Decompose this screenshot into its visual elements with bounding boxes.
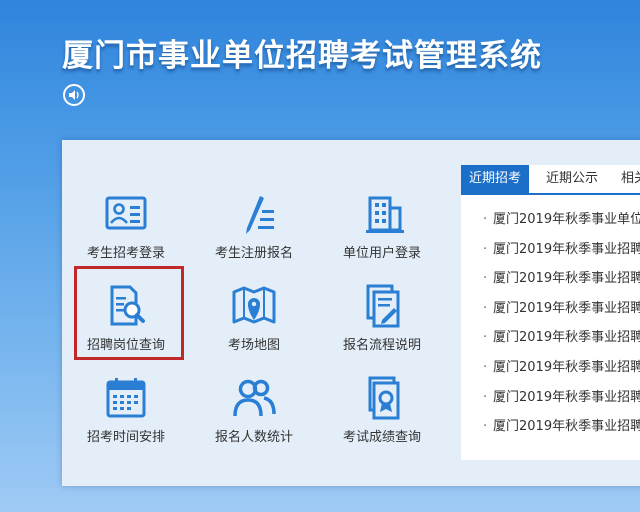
tab-related[interactable]: 相关 bbox=[621, 165, 640, 193]
highlight-box bbox=[74, 266, 184, 360]
certificate-icon bbox=[368, 376, 400, 420]
news-item[interactable]: · 厦门2019年秋季事业招聘 bbox=[461, 323, 640, 353]
calendar-icon bbox=[106, 378, 146, 418]
tab-recent-recruitment[interactable]: 近期招考 bbox=[461, 165, 530, 193]
speaker-icon[interactable] bbox=[63, 84, 85, 106]
page-title: 厦门市事业单位招聘考试管理系统 bbox=[62, 38, 542, 74]
news-item[interactable]: · 厦门2019年秋季事业招聘 bbox=[461, 353, 640, 383]
map-pin-icon bbox=[232, 286, 276, 324]
grid-item-candidate-register[interactable]: 考生注册报名 bbox=[194, 192, 314, 261]
news-item[interactable]: · 厦门2019年秋季事业招聘 bbox=[461, 412, 640, 442]
grid-item-applicant-stats[interactable]: 报名人数统计 bbox=[194, 376, 314, 445]
grid-item-exam-map[interactable]: 考场地图 bbox=[194, 284, 314, 353]
news-item[interactable]: · 厦门2019年秋季事业单位 bbox=[461, 205, 640, 235]
news-list: · 厦门2019年秋季事业单位 · 厦门2019年秋季事业招聘 · 厦门2019年秋季… bbox=[461, 205, 640, 442]
grid-item-score-query[interactable]: 考试成绩查询 bbox=[322, 376, 442, 445]
grid-item-label: 考生注册报名 bbox=[214, 246, 293, 261]
grid-item-unit-login[interactable]: 单位用户登录 bbox=[322, 192, 442, 261]
users-icon bbox=[233, 379, 276, 417]
news-item[interactable]: · 厦门2019年秋季事业招聘 bbox=[461, 294, 640, 324]
grid-item-label: 招考时间安排 bbox=[86, 430, 165, 445]
news-panel: 近期招考 近期公示 相关 ·厦门2019年秋季事业单位 ·厦门2019年秋季事业… bbox=[461, 165, 640, 460]
id-card-icon bbox=[105, 196, 147, 230]
grid-item-label: 考试成绩查询 bbox=[342, 430, 421, 445]
grid-item-label: 考生招考登录 bbox=[86, 246, 165, 261]
grid-item-exam-schedule[interactable]: 招考时间安排 bbox=[66, 376, 186, 445]
pen-list-icon bbox=[246, 196, 274, 234]
news-item[interactable]: · 厦门2019年秋季事业招聘 bbox=[461, 383, 640, 413]
grid-item-candidate-login[interactable]: 考生招考登录 bbox=[66, 192, 186, 261]
document-pen-icon bbox=[366, 284, 400, 328]
tab-recent-announcements[interactable]: 近期公示 bbox=[546, 165, 598, 193]
news-item[interactable]: · 厦门2019年秋季事业招聘 bbox=[461, 235, 640, 265]
building-icon bbox=[366, 196, 404, 233]
news-item[interactable]: · 厦门2019年秋季事业招聘 bbox=[461, 264, 640, 294]
grid-item-label: 单位用户登录 bbox=[342, 246, 421, 261]
grid-item-label: 报名流程说明 bbox=[342, 338, 421, 353]
grid-item-label: 报名人数统计 bbox=[214, 430, 293, 445]
news-tabs: 近期招考 近期公示 相关 bbox=[461, 165, 640, 195]
grid-item-process-guide[interactable]: 报名流程说明 bbox=[322, 284, 442, 353]
grid-item-label: 考场地图 bbox=[227, 338, 280, 353]
